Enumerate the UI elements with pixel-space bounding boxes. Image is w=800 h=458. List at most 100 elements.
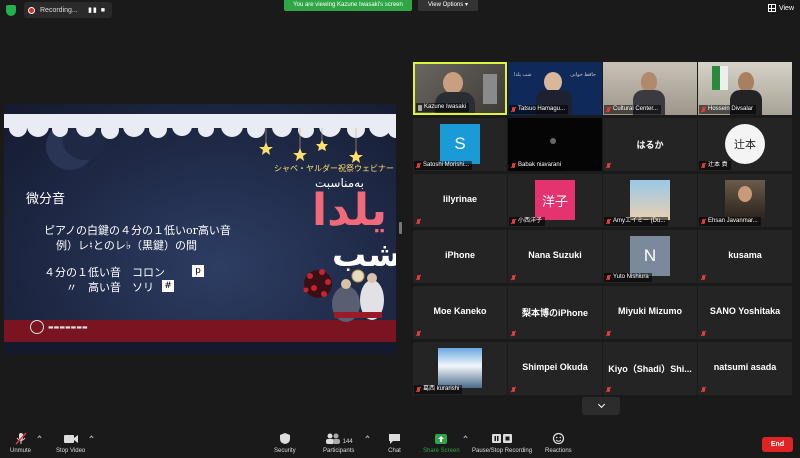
avatar: S bbox=[440, 124, 480, 164]
participant-name-label: Ehsan Javanmar... bbox=[699, 217, 761, 226]
participant-mute-indicator bbox=[604, 385, 614, 394]
stop-video-label: Stop Video bbox=[56, 448, 86, 454]
recording-indicator: Recording... ▮▮ ■ bbox=[24, 2, 112, 18]
slide-heading: 微分音 bbox=[26, 192, 66, 207]
participant-mute-indicator bbox=[414, 329, 424, 338]
participants-options-caret-icon[interactable] bbox=[365, 435, 370, 440]
split-view-handle[interactable] bbox=[399, 222, 402, 234]
chevron-down-icon bbox=[597, 400, 605, 409]
participant-tile[interactable]: Miyuki Mizumo bbox=[603, 286, 697, 339]
participant-tile[interactable]: natsumi asada bbox=[698, 342, 792, 395]
chat-bubble-icon bbox=[388, 432, 401, 445]
mic-muted-icon bbox=[701, 106, 706, 113]
participant-tile[interactable]: شب یلدا حافظ خوانی Tatsuo Hamagu... bbox=[508, 62, 602, 115]
stop-video-button[interactable]: Stop Video bbox=[56, 432, 85, 454]
participant-tile[interactable]: 洋子 小西洋子 bbox=[508, 174, 602, 227]
shared-screen[interactable]: 微分音 ピアノの白鍵の４分の１低いor高い音 例）レ♮とのレ♭（黒鍵）の間 ４分… bbox=[4, 104, 396, 354]
participant-display-name: iPhone bbox=[444, 250, 475, 260]
mic-muted-icon bbox=[701, 386, 706, 393]
participants-count: 144 bbox=[342, 439, 353, 445]
mic-muted-icon bbox=[14, 432, 28, 445]
participant-tile[interactable]: Ehsan Javanmar... bbox=[698, 174, 792, 227]
video-options-caret-icon[interactable] bbox=[89, 435, 94, 440]
participant-name-label: Hossein Divsalar bbox=[699, 105, 757, 114]
participant-tile[interactable]: kusama bbox=[698, 230, 792, 283]
participant-tile[interactable]: Cultural Center... bbox=[603, 62, 697, 115]
participant-tile[interactable]: Amyエイミー (Du... bbox=[603, 174, 697, 227]
mic-muted-icon bbox=[606, 330, 611, 337]
recording-dot-icon bbox=[28, 6, 35, 14]
mic-muted-icon bbox=[606, 386, 611, 393]
participant-display-name: Shimpei Okuda bbox=[522, 362, 588, 372]
participant-mute-indicator bbox=[604, 161, 614, 170]
participant-name: 小西洋子 bbox=[518, 218, 543, 224]
security-button[interactable]: Security bbox=[274, 432, 296, 454]
reactions-button[interactable]: Reactions bbox=[545, 432, 572, 454]
unmute-button[interactable]: Unmute bbox=[10, 432, 31, 454]
participant-name-label: Satoshi Morishi... bbox=[414, 161, 473, 170]
participant-display-name: Kiyo（Shadi）Shi... bbox=[608, 364, 692, 374]
participant-tile[interactable]: 梨本博のiPhone bbox=[508, 286, 602, 339]
meeting-top-bar: Recording... ▮▮ ■ You are viewing Kazune… bbox=[0, 0, 800, 20]
pause-stop-recording-button[interactable]: Pause/Stop Recording bbox=[472, 432, 532, 454]
participant-mute-indicator bbox=[509, 329, 519, 338]
end-meeting-button[interactable]: End bbox=[762, 437, 793, 452]
participant-tile[interactable]: Kiyo（Shadi）Shi... bbox=[603, 342, 697, 395]
chat-button[interactable]: Chat bbox=[388, 432, 401, 454]
participant-tile[interactable]: iPhone bbox=[413, 230, 507, 283]
recording-label: Recording... bbox=[40, 6, 78, 14]
participant-mute-indicator bbox=[509, 273, 519, 282]
audio-options-caret-icon[interactable] bbox=[37, 435, 42, 440]
participant-mute-indicator bbox=[699, 329, 709, 338]
participant-tile[interactable]: SANO Yoshitaka bbox=[698, 286, 792, 339]
mic-muted-icon bbox=[701, 330, 706, 337]
participant-mute-indicator bbox=[699, 273, 709, 282]
encryption-shield-icon[interactable] bbox=[6, 5, 16, 16]
participant-name-label: 小西洋子 bbox=[509, 217, 546, 226]
slide-title-shab: شب bbox=[332, 235, 396, 275]
participants-button[interactable]: 144 Participants bbox=[323, 432, 354, 454]
slide-subtitle: シャベ・ヤルダー祝祭ウェビナー bbox=[274, 164, 394, 173]
view-options-button[interactable]: View Options ▾ bbox=[418, 0, 478, 11]
mic-muted-icon bbox=[511, 218, 516, 225]
participant-name: Hossein Divsalar bbox=[708, 106, 754, 112]
participant-tile[interactable]: Babak niavarani bbox=[508, 118, 602, 171]
participant-tile[interactable]: Hossein Divsalar bbox=[698, 62, 792, 115]
participant-display-name: はるか bbox=[636, 140, 664, 150]
participant-name: Tatsuo Hamagu... bbox=[518, 106, 566, 112]
participant-tile[interactable]: Moe Kaneko bbox=[413, 286, 507, 339]
participant-tile[interactable]: Kazune Iwasaki bbox=[413, 62, 507, 115]
unmute-label: Unmute bbox=[10, 448, 32, 454]
participant-tile[interactable]: Nana Suzuki bbox=[508, 230, 602, 283]
share-screen-button[interactable]: Share Screen bbox=[423, 432, 460, 454]
participant-tile[interactable]: N Yuto Nishiura bbox=[603, 230, 697, 283]
participant-mute-indicator bbox=[604, 329, 614, 338]
meeting-toolbar: Unmute Stop Video Security 144 Participa… bbox=[0, 428, 800, 458]
recording-pause-stop-icons[interactable]: ▮▮ ■ bbox=[88, 6, 106, 14]
participant-name: Babak niavarani bbox=[518, 162, 562, 168]
participant-tile[interactable]: lilyrinae bbox=[413, 174, 507, 227]
security-label: Security bbox=[274, 448, 296, 454]
mic-muted-icon bbox=[416, 386, 421, 393]
view-button[interactable]: View bbox=[767, 4, 794, 12]
participant-tile[interactable]: S Satoshi Morishi... bbox=[413, 118, 507, 171]
participant-tile[interactable]: Shimpei Okuda bbox=[508, 342, 602, 395]
slide-line-3-text: ４分の１低い音 コロン bbox=[44, 266, 165, 279]
avatar: 辻本 bbox=[725, 124, 765, 164]
participant-display-name: Moe Kaneko bbox=[433, 306, 487, 316]
pause-stop-icon bbox=[491, 432, 513, 445]
reactions-label: Reactions bbox=[545, 448, 572, 454]
smiley-icon bbox=[552, 432, 565, 445]
participant-tile[interactable]: 辻本 辻本 貢 bbox=[698, 118, 792, 171]
participant-name-label: 辻本 貢 bbox=[699, 161, 731, 170]
profile-photo bbox=[630, 180, 670, 220]
participant-tile[interactable]: 葛西 kurarishi bbox=[413, 342, 507, 395]
share-options-caret-icon[interactable] bbox=[463, 435, 468, 440]
gallery-next-page-button[interactable] bbox=[582, 397, 620, 415]
pin-icon bbox=[418, 104, 422, 111]
koron-mark: p bbox=[192, 265, 204, 277]
participant-name: Kazune Iwasaki bbox=[424, 104, 467, 110]
participant-tile[interactable]: はるか bbox=[603, 118, 697, 171]
participant-name-label: Yuto Nishiura bbox=[604, 273, 652, 282]
participant-display-name: lilyrinae bbox=[442, 194, 478, 204]
